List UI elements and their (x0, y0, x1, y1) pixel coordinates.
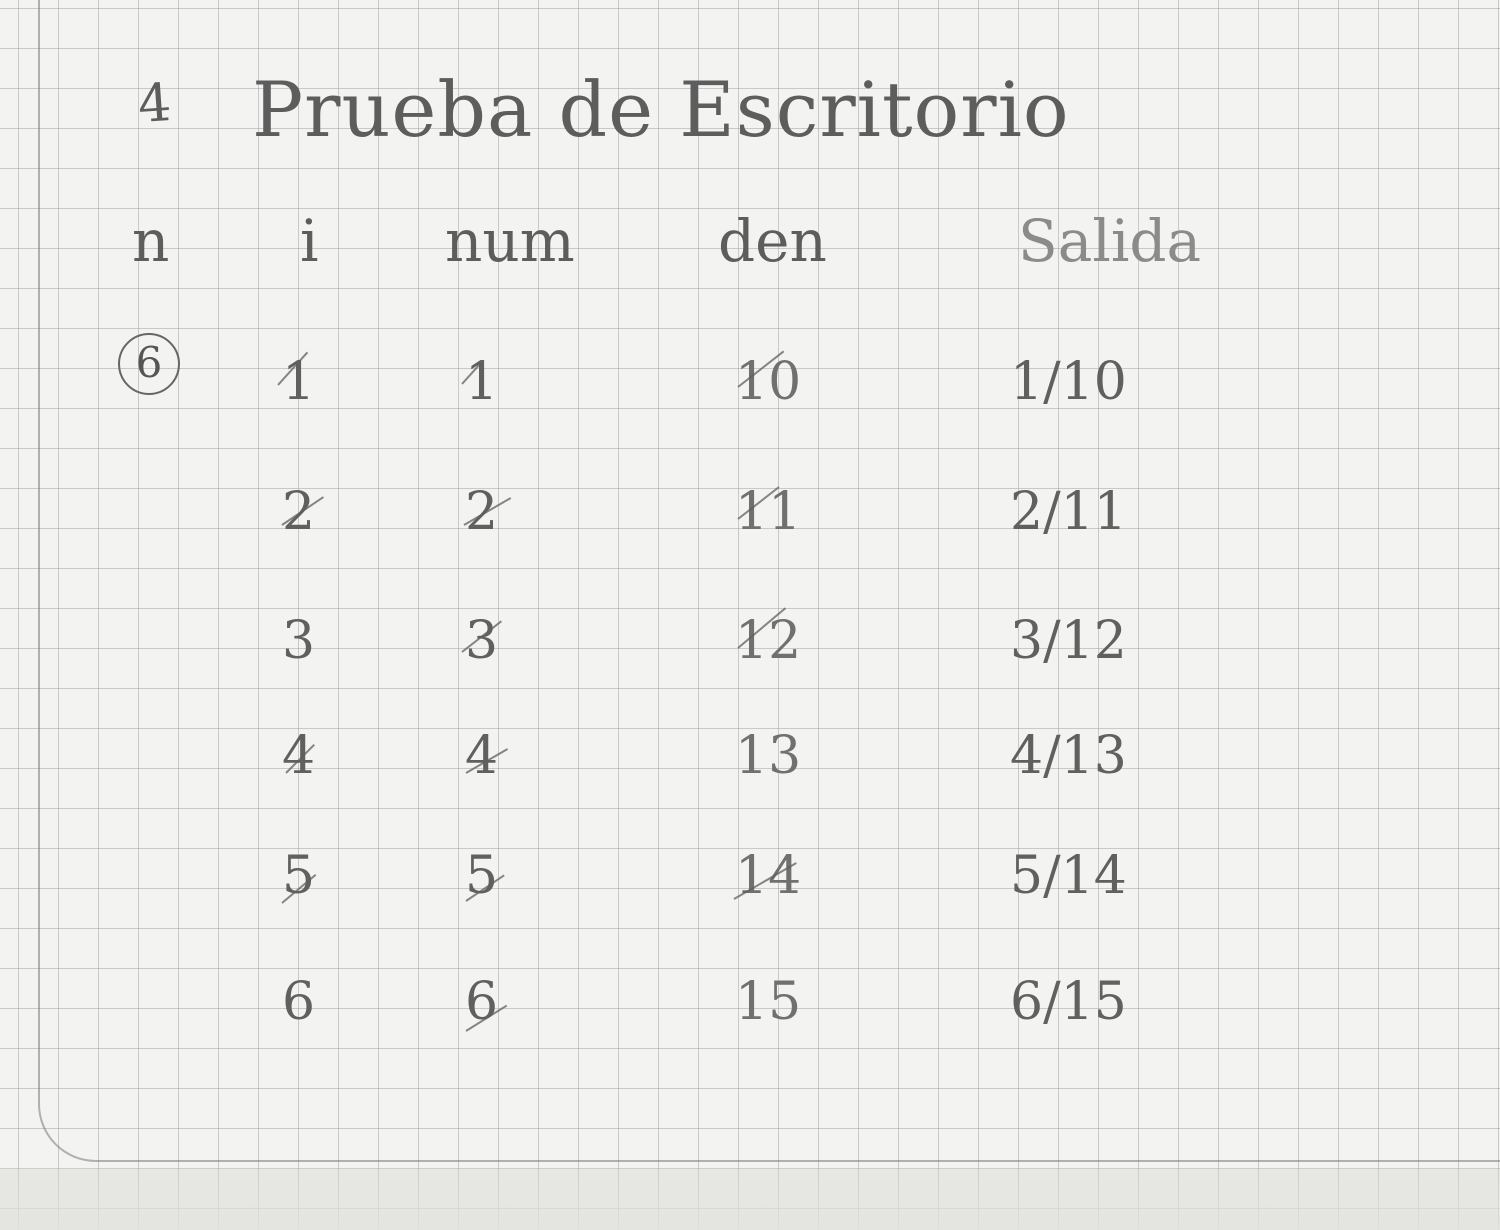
table-row: 1 1 10 1/10 (0, 350, 1500, 446)
cell-den: 15 (735, 972, 802, 1032)
cell-den: 14 (735, 846, 802, 906)
cell-salida: 5/14 (1010, 846, 1127, 906)
cell-den: 13 (735, 726, 802, 786)
cell-num: 1 (465, 352, 499, 412)
cell-salida: 6/15 (1010, 972, 1127, 1032)
cell-i: 4 (282, 726, 316, 786)
header-num: num (445, 207, 575, 275)
header-salida: Salida (1018, 207, 1202, 275)
cell-num: 3 (465, 611, 499, 671)
cell-num: 2 (465, 482, 499, 542)
table-row: 5 5 14 5/14 (0, 850, 1500, 940)
header-n: n (132, 207, 170, 275)
cell-salida: 1/10 (1010, 352, 1127, 412)
table-row: 6 6 15 6/15 (0, 976, 1500, 1066)
cell-i: 1 (282, 352, 316, 412)
header-i: i (300, 207, 319, 275)
paper-shadow (0, 1168, 1500, 1230)
cell-salida: 3/12 (1010, 611, 1127, 671)
cell-i: 6 (282, 972, 316, 1032)
cell-num: 5 (465, 846, 499, 906)
cell-i: 5 (282, 846, 316, 906)
exercise-number: 4 (135, 72, 174, 136)
cell-salida: 4/13 (1010, 726, 1127, 786)
table-row: 2 2 11 2/11 (0, 486, 1500, 576)
table-row: 3 3 12 3/12 (0, 607, 1500, 705)
cell-i: 3 (282, 611, 316, 671)
header-den: den (718, 207, 827, 275)
cell-salida: 2/11 (1010, 482, 1127, 542)
table-row: 4 4 13 4/13 (0, 730, 1500, 820)
page-title: Prueba de Escritorio (252, 65, 1070, 154)
